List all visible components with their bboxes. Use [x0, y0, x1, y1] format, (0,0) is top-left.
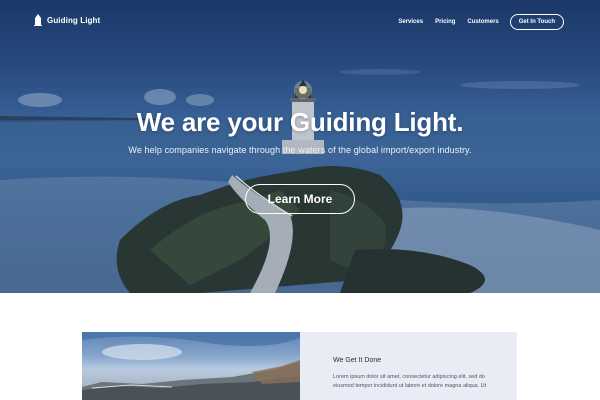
feature-body: Lorem ipsum dolor sit amet, consectetur …: [333, 374, 487, 389]
brand-name: Guiding Light: [47, 15, 101, 25]
top-navbar: Guiding Light Services Pricing Customers…: [0, 0, 600, 42]
nav-link-services[interactable]: Services: [398, 19, 423, 25]
feature-card: We Get It Done Lorem ipsum dolor sit ame…: [300, 332, 517, 400]
hero-subtitle: We help companies navigate through the w…: [128, 145, 472, 155]
nav-menu: Services Pricing Customers Get In Touch: [386, 14, 564, 30]
hero-title: We are your Guiding Light.: [136, 107, 464, 137]
cliff-illustration: [82, 332, 300, 400]
feature-title: We Get It Done: [333, 357, 382, 364]
nav-link-customers[interactable]: Customers: [467, 19, 498, 25]
lighthouse-icon: [34, 14, 42, 26]
get-in-touch-button[interactable]: Get In Touch: [509, 14, 564, 30]
hero-section: Guiding Light Services Pricing Customers…: [0, 0, 600, 293]
nav-link-pricing[interactable]: Pricing: [435, 19, 455, 25]
feature-cliff-image: [82, 332, 300, 400]
brand-logo[interactable]: Guiding Light: [34, 14, 100, 26]
learn-more-button[interactable]: Learn More: [245, 184, 355, 214]
